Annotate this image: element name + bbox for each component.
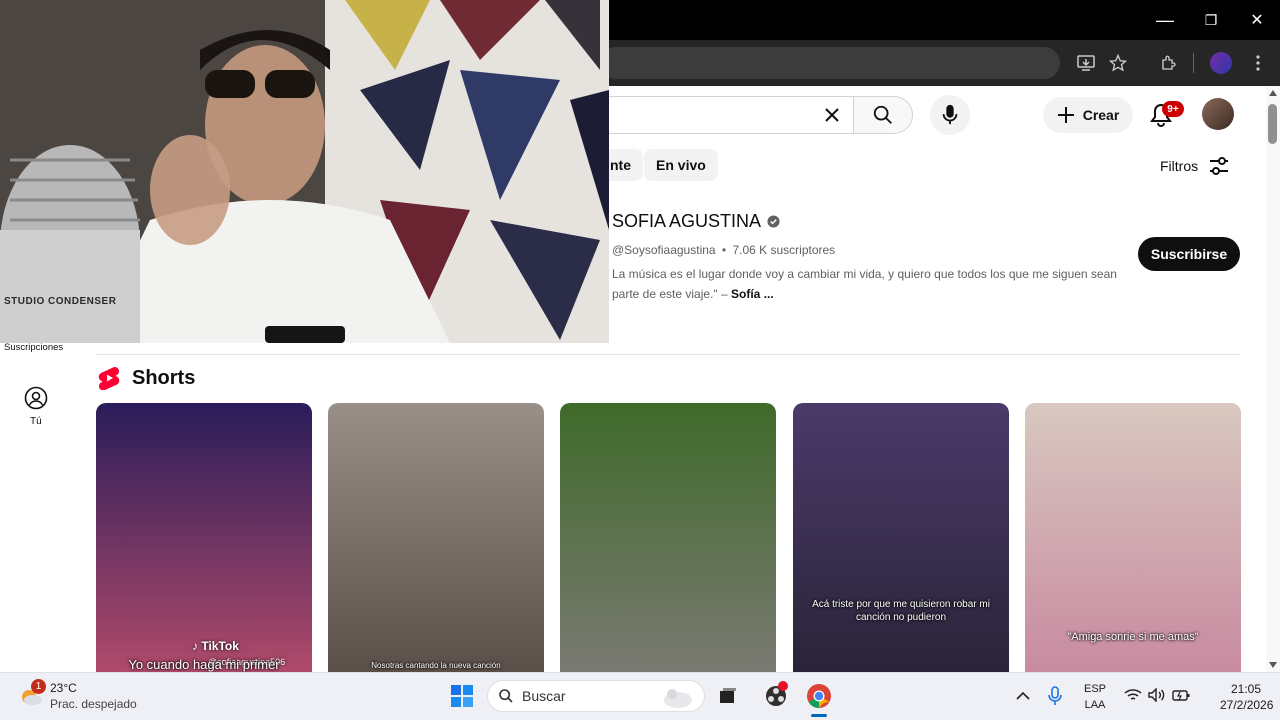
install-app-icon[interactable] — [1074, 51, 1098, 75]
input-language[interactable]: ESP LAA — [1080, 681, 1110, 713]
scroll-up-arrow-icon[interactable] — [1269, 90, 1277, 96]
voice-search-button[interactable] — [930, 95, 970, 135]
chrome-app-icon[interactable] — [806, 683, 832, 709]
taskbar-search-placeholder: Buscar — [522, 688, 566, 704]
short-card[interactable]: Acá triste por que me quisieron robar mi… — [793, 403, 1009, 673]
plus-icon — [1057, 107, 1074, 123]
short-thumbnail — [96, 403, 312, 673]
page-scrollbar[interactable] — [1266, 86, 1280, 672]
short-caption: Acá triste por que me quisieron robar mi… — [812, 599, 990, 623]
toolbar-divider — [1193, 53, 1194, 73]
bookmark-star-icon[interactable] — [1106, 51, 1130, 75]
sliders-icon — [1210, 157, 1229, 175]
short-card[interactable] — [560, 403, 776, 673]
active-app-indicator — [811, 714, 827, 717]
microphone-icon — [942, 104, 958, 125]
create-label: Crear — [1082, 107, 1120, 123]
search-icon — [499, 689, 513, 703]
channel-name[interactable]: SOFIA AGUSTINA — [612, 211, 761, 232]
filters-button[interactable]: Filtros — [1160, 153, 1230, 179]
description-author: Sofía ... — [731, 287, 774, 301]
webcam-video-frame — [0, 0, 609, 343]
tiktok-logo-icon: ♪ — [192, 639, 198, 653]
search-input[interactable] — [600, 96, 854, 134]
shorts-title: Shorts — [132, 366, 196, 389]
channel-description: La música es el lugar donde voy a cambia… — [612, 264, 1122, 304]
scrollbar-thumb[interactable] — [1268, 104, 1277, 144]
short-thumbnail — [793, 403, 1009, 673]
clear-search-icon[interactable] — [823, 106, 841, 129]
lang-primary: ESP — [1083, 683, 1106, 695]
extensions-icon[interactable] — [1157, 51, 1181, 75]
shorts-logo-icon — [98, 367, 120, 390]
tiktok-label: TikTok — [201, 639, 239, 653]
chip-live[interactable]: En vivo — [644, 149, 718, 181]
weather-description[interactable]: Prac. despejado — [50, 697, 137, 711]
search-icon — [873, 105, 892, 124]
profile-avatar[interactable] — [1210, 52, 1232, 74]
scroll-down-arrow-icon[interactable] — [1269, 662, 1277, 668]
clock-date: 27/2/2026 — [1220, 698, 1274, 712]
lang-secondary: LAA — [1084, 699, 1106, 711]
short-thumbnail — [560, 403, 776, 673]
notification-badge: 9+ — [1162, 101, 1184, 117]
close-window-button[interactable]: ✕ — [1234, 0, 1280, 40]
channel-meta: @Soysofiaagustina • 7.06 K suscriptores — [612, 243, 835, 257]
address-bar[interactable] — [600, 47, 1060, 79]
tiktok-watermark: ♪ TikTok — [192, 639, 239, 653]
search-button[interactable] — [853, 96, 913, 134]
short-caption: "Amiga sonrie si me amas" — [1067, 631, 1199, 643]
subscriber-count: 7.06 K suscriptores — [732, 243, 836, 257]
account-circle-icon[interactable] — [24, 386, 48, 410]
subscribe-button[interactable]: Suscribirse — [1138, 237, 1240, 271]
battery-icon[interactable] — [1172, 688, 1190, 707]
taskbar-search[interactable]: Buscar — [487, 680, 705, 712]
sidebar-item-subscriptions[interactable]: Suscripciones — [4, 342, 63, 353]
volume-icon[interactable] — [1148, 687, 1166, 707]
restore-button[interactable]: ❐ — [1188, 0, 1234, 40]
browser-menu-icon[interactable] — [1246, 51, 1270, 75]
short-card[interactable]: ♪ TikTok @sofiaagustina506 Yo cuando hag… — [96, 403, 312, 673]
weather-temperature[interactable]: 23°C — [50, 681, 77, 695]
sidebar-item-you[interactable]: Tú — [30, 416, 42, 427]
channel-name-row[interactable]: SOFIA AGUSTINA — [612, 211, 780, 232]
short-card[interactable]: Nosotras cantando la nueva canción — [328, 403, 544, 673]
account-avatar[interactable] — [1202, 98, 1234, 130]
clock-time: 21:05 — [1230, 682, 1262, 696]
filters-label: Filtros — [1160, 158, 1199, 174]
short-caption: Nosotras cantando la nueva canción — [371, 661, 501, 670]
search-highlight-icon — [664, 689, 692, 708]
wifi-icon[interactable] — [1124, 688, 1142, 707]
short-caption: Yo cuando haga mi primer — [128, 657, 280, 672]
verified-icon — [767, 215, 780, 228]
meta-separator: • — [721, 243, 727, 257]
short-thumbnail — [328, 403, 544, 673]
weather-alert-badge: 1 — [31, 679, 46, 694]
recording-indicator — [778, 681, 788, 691]
task-view-icon[interactable] — [718, 686, 738, 706]
taskbar-clock[interactable]: 21:05 27/2/2026 — [1220, 681, 1274, 713]
microphone-tray-icon[interactable] — [1048, 686, 1062, 711]
windows-start-icon[interactable] — [450, 684, 474, 708]
section-divider — [96, 354, 1240, 355]
microphone-brand-label: STUDIO CONDENSER — [4, 296, 117, 307]
show-hidden-icons-icon[interactable] — [1016, 688, 1030, 706]
channel-handle: @Soysofiaagustina — [612, 243, 716, 257]
description-text: La música es el lugar donde voy a cambia… — [612, 267, 1117, 301]
webcam-overlay: STUDIO CONDENSER — [0, 0, 609, 343]
minimize-button[interactable]: — — [1142, 0, 1188, 40]
create-button[interactable]: Crear — [1043, 97, 1133, 133]
short-card[interactable]: "Amiga sonrie si me amas" — [1025, 403, 1241, 673]
shorts-section-header: Shorts — [98, 366, 195, 390]
